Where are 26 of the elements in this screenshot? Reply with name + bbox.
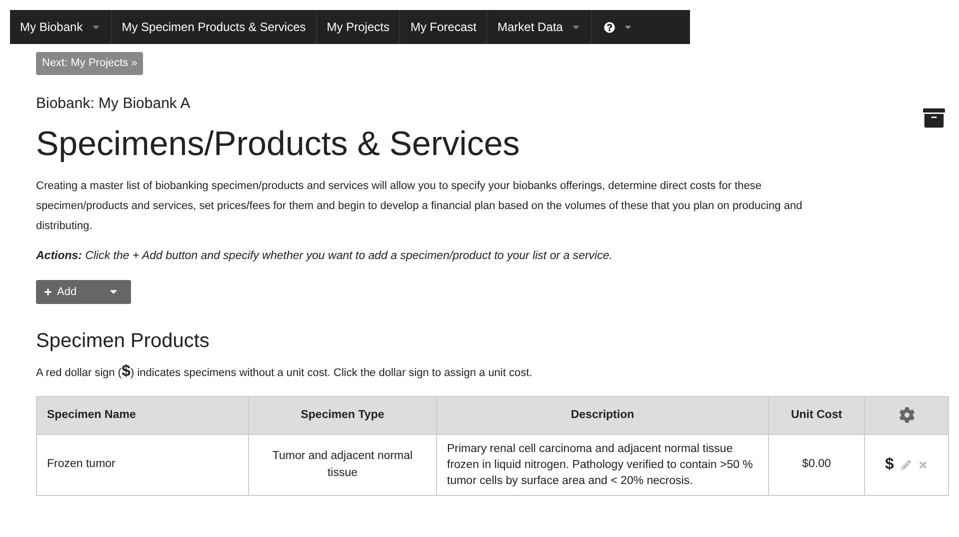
table-cell: Tumor and adjacent normal tissue [248,434,436,496]
nav-link[interactable]: My Forecast [400,10,488,44]
intro-paragraph: Creating a master list of biobanking specimen/products and services will allow you to specify your biobanks offerings, determine direct costs for these specimen/products and services, set prices/fees for them and begin to develop a financial plan based on the volumes of these that you plan on producing and distributing. [36,178,804,234]
nav-link[interactable]: My Specimen Products & Services [112,10,317,44]
plus-icon [44,288,52,296]
help-icon [604,22,615,32]
nav-link[interactable]: My Projects [316,10,400,44]
column-header: Unit Cost [768,396,864,434]
assign-cost-link[interactable]: $ [885,452,894,477]
section-title: Specimen Products [36,328,210,354]
add-button[interactable]: Add [36,280,131,304]
settings-icon[interactable] [898,406,914,423]
page-title: Specimens/Products & Services [36,124,520,165]
next-button[interactable]: Next: My Projects » [36,52,144,74]
dollar-note: A red dollar sign ($) indicates specimens without a unit cost. Click the dollar sign to assign a unit cost. [36,362,534,382]
column-header: Specimen Type [248,396,436,434]
table-cell: $0.00 [768,434,864,496]
column-header: Specimen Name [36,396,248,434]
biobank-name: Biobank: My Biobank A [36,94,192,114]
column-header: Description [436,396,768,434]
archive-icon[interactable] [923,106,945,128]
actions-text: Actions: Click the + Add button and specify whether you want to add a specimen/product to your list or a service. [36,248,614,264]
table-cell: Primary renal cell carcinoma and adjacent normal tissue frozen in liquid nitrogen. Pathology verified to contain >50 % tumor cells by surface area and < 20% necrosis. [436,434,768,496]
table-cell: Frozen tumor [36,434,248,496]
nav-link[interactable]: My Biobank [10,10,112,44]
nav-link[interactable]: Market Data [487,10,592,44]
